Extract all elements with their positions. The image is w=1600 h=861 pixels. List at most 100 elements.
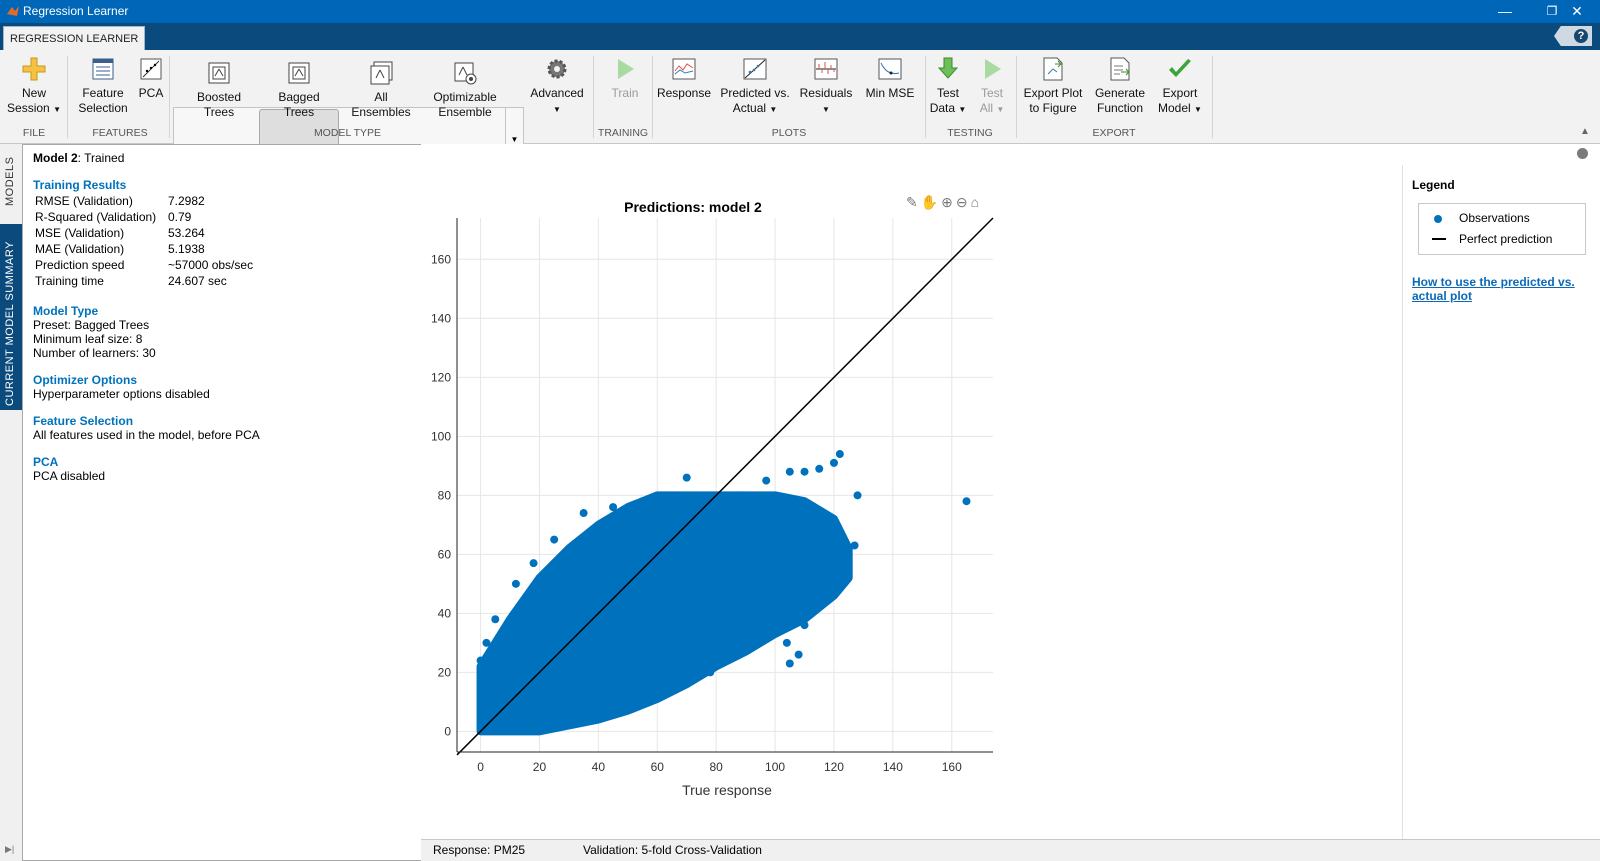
observation-point [782, 638, 791, 647]
residuals-button[interactable]: Residuals ▼ [798, 56, 854, 117]
help-button[interactable]: ? [1554, 26, 1592, 46]
test-all-button[interactable]: Test All ▼ [972, 56, 1012, 117]
optimizable-ensemble-icon [454, 62, 477, 85]
x-tick-label: 80 [709, 760, 723, 774]
minimize-button[interactable]: — [1482, 0, 1528, 23]
divider [67, 56, 68, 138]
min-mse-button[interactable]: Min MSE [860, 56, 920, 101]
all-ensembles-button[interactable]: All Ensembles [343, 60, 419, 120]
section-export: EXPORT [1092, 127, 1136, 139]
advanced-button[interactable]: Advanced ▼ [527, 56, 587, 117]
model-type-line: Preset: Bagged Trees [33, 318, 150, 332]
optimizable-ensemble-button[interactable]: Optimizable Ensemble [424, 60, 506, 120]
chart-title: Predictions: model 2 [624, 199, 762, 215]
legend-perfect-prediction: Perfect prediction [1459, 232, 1553, 246]
y-tick-label: 0 [444, 724, 451, 738]
pca-button[interactable]: PCA [134, 56, 168, 101]
observation-point [815, 464, 824, 473]
x-axis-label: True response [682, 782, 772, 798]
help-icon: ? [1574, 29, 1588, 43]
observation-point [765, 579, 774, 588]
observation-point [476, 656, 485, 665]
predicted-vs-actual-chart: 0 20 40 60 80 100 120 140 160 0 20 40 60 80 100 120 140 1… [431, 199, 994, 798]
y-tick-label: 120 [431, 370, 451, 384]
observation-point [753, 615, 762, 624]
response-plot-button[interactable]: Response [656, 56, 712, 101]
status-response: Response: PM25 [433, 843, 526, 857]
new-session-button[interactable]: New Session ▼ [6, 56, 62, 117]
observation-point [835, 450, 844, 459]
observation-point [806, 603, 815, 612]
tab-regression-learner[interactable]: REGRESSION LEARNER [3, 26, 146, 51]
zoom-in-icon[interactable]: ⊕ [941, 194, 956, 210]
y-tick-label: 20 [438, 665, 452, 679]
y-tick-label: 40 [438, 606, 452, 620]
play-icon [618, 59, 634, 79]
observation-point [667, 491, 676, 500]
legend-panel: Legend Observations Perfect prediction H… [1402, 165, 1600, 839]
model-summary-panel: Model 2: Trained Training Results RMSE (… [22, 144, 422, 861]
training-results-header: Training Results [33, 178, 127, 192]
observation-point [638, 497, 647, 506]
feature-selection-button[interactable]: Feature Selection [74, 56, 132, 116]
observation-point [818, 550, 827, 559]
generate-function-button[interactable]: Generate Function [1090, 56, 1150, 116]
model-status: Model 2: Trained [33, 151, 125, 165]
legend-box: Observations Perfect prediction [1418, 203, 1586, 255]
export-model-button[interactable]: Export Model ▼ [1152, 56, 1208, 117]
optimizer-options-header: Optimizer Options [33, 373, 138, 387]
close-plot-icon[interactable] [1577, 148, 1588, 159]
brush-icon[interactable]: ✎ [906, 194, 921, 210]
zoom-out-icon[interactable]: ⊖ [956, 194, 971, 210]
home-icon[interactable]: ⌂ [971, 194, 982, 210]
boosted-trees-button[interactable]: Boosted Trees [181, 60, 257, 120]
observation-point [712, 656, 721, 665]
status-validation: Validation: 5-fold Cross-Validation [583, 843, 762, 857]
ensemble-stack-icon [370, 61, 393, 85]
observation-point [529, 559, 538, 568]
train-button[interactable]: Train [600, 56, 650, 101]
x-tick-label: 120 [824, 760, 844, 774]
observation-point [794, 650, 803, 659]
observation-point [824, 520, 833, 529]
pan-icon[interactable]: ✋ [921, 194, 941, 210]
response-plot-icon [672, 58, 696, 80]
download-arrow-icon [937, 57, 959, 79]
y-tick-label: 100 [431, 429, 451, 443]
observation-point [579, 509, 588, 518]
observation-point [962, 497, 971, 506]
play-icon [985, 59, 1001, 79]
close-window-button[interactable]: ✕ [1554, 0, 1600, 23]
collapse-ribbon-icon[interactable]: ▲ [1580, 126, 1590, 137]
observation-point [682, 473, 691, 482]
help-link[interactable]: How to use the predicted vs. actual plot [1412, 275, 1592, 303]
observation-point [838, 562, 847, 571]
predicted-vs-actual-button[interactable]: Predicted vs. Actual ▼ [718, 56, 792, 117]
observation-point [800, 467, 809, 476]
tab-models[interactable]: MODELS [0, 144, 22, 210]
test-data-button[interactable]: Test Data ▼ [928, 56, 968, 117]
export-plot-button[interactable]: Export Plot to Figure [1020, 56, 1086, 116]
bagged-trees-button[interactable]: Bagged Trees [261, 60, 337, 120]
observations-marker [1434, 215, 1442, 223]
tree-ensemble-icon [208, 62, 230, 84]
window-title: Regression Learner [23, 4, 129, 18]
section-features: FEATURES [92, 127, 148, 139]
observation-point [762, 476, 771, 485]
observation-point [853, 491, 862, 500]
ribbon: New Session ▼ FILE Feature Selection PCA F… [0, 50, 1600, 175]
tab-current-model-summary[interactable]: CURRENT MODEL SUMMARY [0, 224, 22, 410]
observation-point [829, 458, 838, 467]
plus-icon [22, 57, 46, 81]
observation-point [747, 627, 756, 636]
expand-panel-icon[interactable]: ▶| [5, 844, 14, 855]
y-tick-label: 140 [431, 311, 451, 325]
pca-text: PCA disabled [33, 469, 106, 483]
feature-selection-header: Feature Selection [33, 414, 134, 428]
y-tick-label: 80 [438, 488, 452, 502]
title-bar: Regression Learner — ❐ ✕ [0, 0, 1600, 23]
model-type-line: Minimum leaf size: 8 [33, 332, 143, 346]
observation-point [511, 579, 520, 588]
residuals-icon [814, 58, 838, 80]
gear-icon [547, 59, 567, 79]
